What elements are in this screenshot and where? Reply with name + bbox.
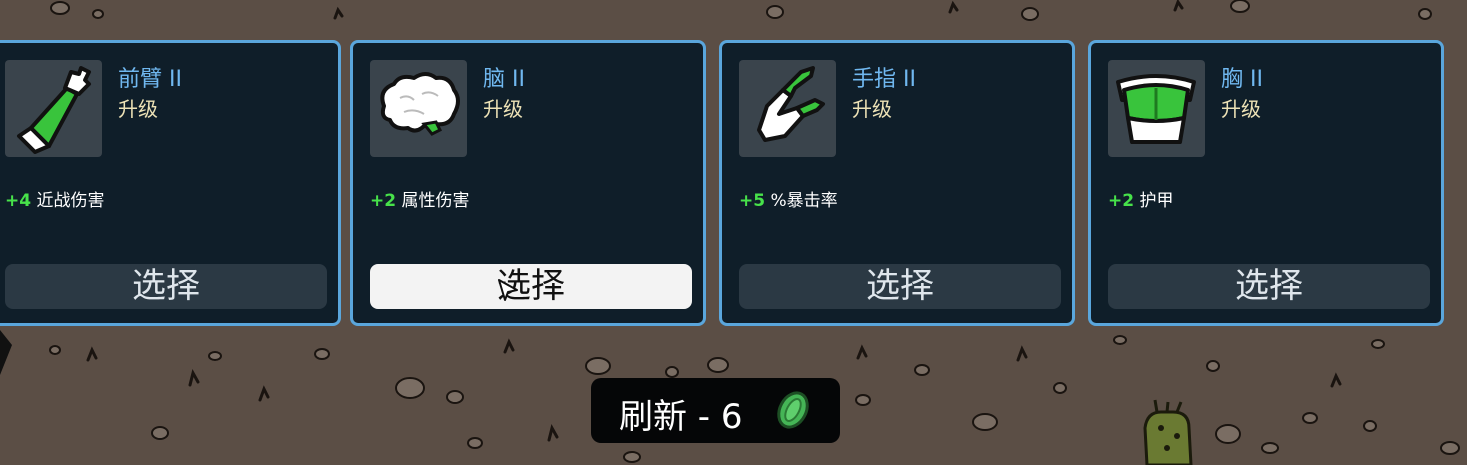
stat-label: 近战伤害 (36, 191, 105, 211)
item-card-finger[interactable]: 手指 II 升级 +5 %暴击率 选择 (719, 40, 1075, 326)
item-name: 前臂 II (118, 67, 182, 92)
stat-line: +4 近战伤害 (5, 186, 104, 211)
brain-icon (370, 60, 467, 157)
stat-value: +4 (5, 191, 32, 211)
stat-label: 属性伤害 (401, 191, 470, 211)
item-type: 升级 (852, 97, 892, 121)
monster-sprite (1143, 399, 1193, 465)
stat-line: +2 护甲 (1108, 186, 1173, 211)
item-card-brain[interactable]: 脑 II 升级 +2 属性伤害 选择 (350, 40, 706, 326)
item-type: 升级 (118, 97, 158, 121)
refresh-button[interactable]: 刷新 - 6 (591, 378, 840, 443)
chest-icon (1108, 60, 1205, 157)
item-card-chest[interactable]: 胸 II 升级 +2 护甲 选择 (1088, 40, 1444, 326)
choose-button[interactable]: 选择 (370, 264, 692, 309)
item-name: 手指 II (852, 67, 916, 92)
stat-line: +2 属性伤害 (370, 186, 469, 211)
stat-line: +5 %暴击率 (739, 186, 838, 211)
stat-label: 护甲 (1139, 191, 1174, 211)
item-card-forearm[interactable]: 前臂 II 升级 +4 近战伤害 选择 (0, 40, 341, 326)
cursor-pointer-icon (498, 279, 518, 301)
stat-value: +2 (370, 191, 397, 211)
forearm-icon (5, 60, 102, 157)
stat-value: +2 (1108, 191, 1135, 211)
choose-button[interactable]: 选择 (739, 264, 1061, 309)
item-name: 胸 II (1221, 67, 1263, 92)
choose-button[interactable]: 选择 (5, 264, 327, 309)
item-type: 升级 (483, 97, 523, 121)
item-type: 升级 (1221, 97, 1261, 121)
choose-button[interactable]: 选择 (1108, 264, 1430, 309)
stat-value: +5 (739, 191, 766, 211)
stat-label: %暴击率 (770, 191, 838, 211)
finger-icon (739, 60, 836, 157)
item-name: 脑 II (483, 67, 525, 92)
material-coin-icon (777, 391, 809, 429)
refresh-label: 刷新 - 6 (619, 397, 743, 437)
